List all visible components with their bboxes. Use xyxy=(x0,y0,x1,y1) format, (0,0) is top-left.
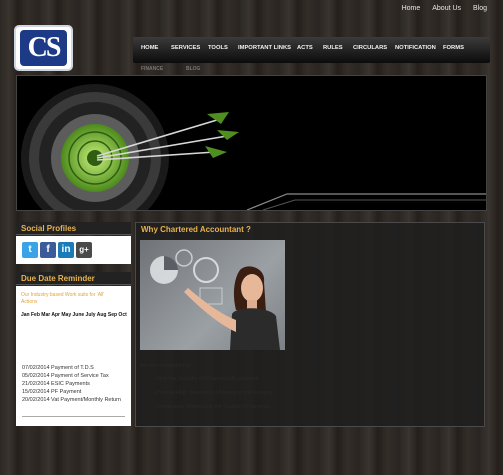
home-link[interactable]: Home xyxy=(402,5,421,12)
main-nav: HOME SERVICES TOOLS IMPORTANT LINKS ACTS… xyxy=(133,37,490,63)
due-date-list: 07/02/2014 Payment of T.D.S 05/02/2014 P… xyxy=(22,364,125,404)
due-date-entry: 05/02/2014 Payment of Service Tax xyxy=(22,373,109,379)
nav-forms[interactable]: FORMS xyxy=(443,45,464,51)
twitter-icon[interactable]: t xyxy=(22,242,38,258)
nav-finance[interactable]: FINANCE xyxy=(141,66,163,72)
due-date-heading: Due Date Reminder xyxy=(16,272,131,285)
due-date-notice: Our Industry based Work suits for 'All' … xyxy=(21,292,105,305)
googleplus-icon[interactable]: g+ xyxy=(76,242,92,258)
woman-touchscreen-illustration xyxy=(150,249,280,350)
site-logo[interactable]: CS xyxy=(14,25,73,71)
nav-notification[interactable]: NOTIFICATION xyxy=(395,45,436,51)
due-date-entry: 15/02/2014 PF Payment xyxy=(22,389,82,395)
linkedin-icon[interactable]: in xyxy=(58,242,74,258)
nav-circulars[interactable]: CIRCULARS xyxy=(353,45,387,51)
due-date-entry: 07/02/2014 Payment of T.D.S xyxy=(22,365,94,371)
due-date-entry: 20/02/2014 Vat Payment/Monthly Return xyxy=(22,397,121,403)
due-date-box: Our Industry based Work suits for 'All' … xyxy=(16,286,131,426)
about-us-link[interactable]: About Us xyxy=(432,5,461,12)
blog-link[interactable]: Blog xyxy=(473,5,487,12)
nav-blog[interactable]: BLOG xyxy=(186,66,200,72)
nav-tools[interactable]: TOOLS xyxy=(208,45,228,51)
logo-text: CS xyxy=(20,30,67,66)
nav-services[interactable]: SERVICES xyxy=(171,45,200,51)
divider xyxy=(22,416,125,417)
hero-photo xyxy=(140,240,285,350)
main-point: Continuous Working on the Quality of Ser… xyxy=(156,404,270,410)
main-point: Give the Industry of Chartered Accountan… xyxy=(156,376,259,382)
month-strip[interactable]: Jan Feb Mar Apr May June July Aug Sep Oc… xyxy=(21,312,131,318)
nav-rules[interactable]: RULES xyxy=(323,45,343,51)
main-intro: We are committed to xyxy=(140,363,191,369)
target-arrows-illustration xyxy=(21,84,486,210)
social-profiles-heading: Social Profiles xyxy=(16,222,131,235)
nav-home[interactable]: HOME xyxy=(141,45,158,51)
main-heading: Why Chartered Accountant ? xyxy=(141,225,251,234)
main-point: Provide High Standards of Industry and I… xyxy=(156,390,274,396)
hero-banner xyxy=(16,75,487,211)
nav-acts[interactable]: ACTS xyxy=(297,45,313,51)
facebook-icon[interactable]: f xyxy=(40,242,56,258)
due-date-entry: 21/02/2014 ESIC Payments xyxy=(22,381,90,387)
nav-important-links[interactable]: IMPORTANT LINKS xyxy=(238,45,291,51)
top-links: Home About Us Blog xyxy=(392,5,487,12)
